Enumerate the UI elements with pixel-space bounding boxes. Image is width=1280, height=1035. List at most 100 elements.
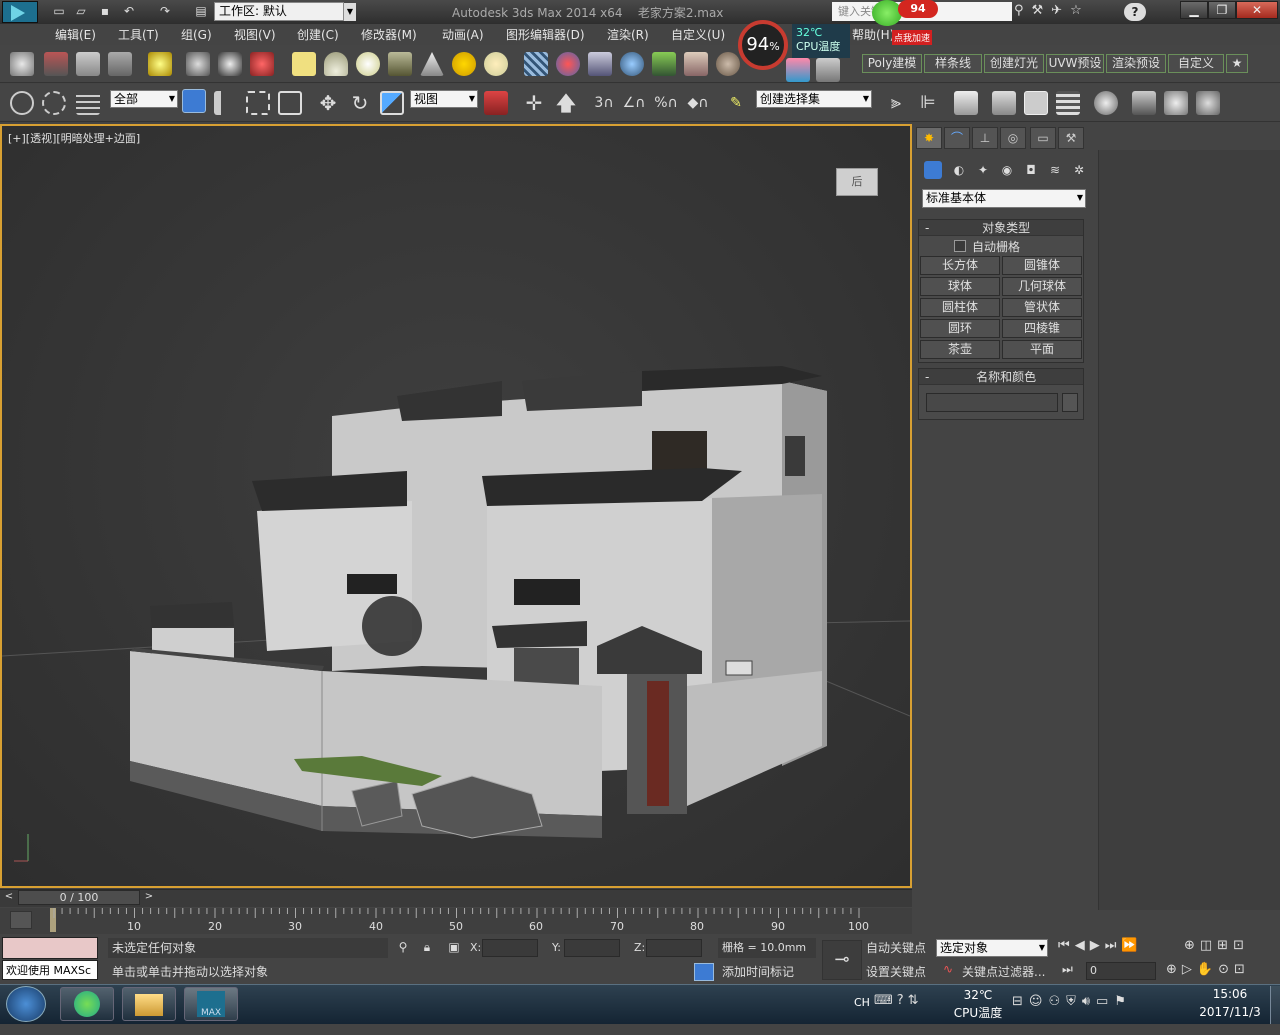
dome-icon[interactable] bbox=[324, 52, 348, 76]
named-selection-dropdown[interactable]: 创建选择集 bbox=[756, 90, 872, 108]
set-key-button[interactable]: 设置关键点 bbox=[866, 962, 926, 982]
auto-key-button[interactable]: 自动关键点 bbox=[866, 938, 926, 958]
grid-object-icon[interactable] bbox=[524, 52, 548, 76]
tab-favorite-star[interactable]: ★ bbox=[1226, 54, 1248, 73]
display-tab-icon[interactable]: ▭ bbox=[1030, 127, 1056, 149]
hair-icon[interactable] bbox=[684, 52, 708, 76]
x-coordinate-field[interactable] bbox=[482, 939, 538, 957]
layer-icon[interactable] bbox=[76, 52, 100, 76]
link-icon[interactable] bbox=[10, 91, 34, 115]
create-tab-icon[interactable]: ✸ bbox=[916, 127, 942, 149]
open-file-icon[interactable]: ▱ bbox=[72, 3, 90, 19]
save-file-icon[interactable]: ▪ bbox=[96, 3, 114, 19]
current-frame-field[interactable]: 0 bbox=[1086, 962, 1156, 980]
key-filter-icon[interactable]: ∿ bbox=[938, 962, 958, 980]
menu-create[interactable]: 创建(C) bbox=[297, 26, 339, 43]
camera-icon[interactable] bbox=[186, 52, 210, 76]
layer-manager-icon[interactable] bbox=[954, 91, 978, 115]
zoom-controls-icons[interactable]: ⊕◫⊞⊡ bbox=[1184, 938, 1278, 958]
menu-group[interactable]: 组(G) bbox=[181, 26, 212, 43]
gear-icon[interactable] bbox=[620, 52, 644, 76]
tab-poly-modeling[interactable]: Poly建模 bbox=[862, 54, 922, 73]
tube-button[interactable]: 管状体 bbox=[1002, 298, 1082, 317]
select-object-icon[interactable] bbox=[182, 89, 206, 113]
move-icon[interactable]: ✥ bbox=[316, 91, 340, 115]
manipulate-icon[interactable]: ✛ bbox=[522, 91, 546, 115]
perspective-viewport[interactable]: [+][透视][明暗处理+边面] 后 bbox=[0, 124, 912, 888]
workspace-dropdown-arrow[interactable]: ▼ bbox=[344, 3, 356, 21]
minimize-button[interactable]: ▁ bbox=[1180, 1, 1208, 19]
reference-coord-dropdown[interactable]: 视图 bbox=[410, 90, 478, 108]
shapes-icon[interactable]: ◐ bbox=[950, 161, 968, 179]
utilities-tab-icon[interactable]: ⚒ bbox=[1058, 127, 1084, 149]
clock-date[interactable]: 2017/11/3 bbox=[1192, 1005, 1268, 1019]
snaps-toggle-icon[interactable]: 3∩ bbox=[592, 91, 616, 115]
curve-editor-icon[interactable] bbox=[1024, 91, 1048, 115]
scale-icon[interactable] bbox=[380, 91, 404, 115]
motion-tab-icon[interactable]: ◎ bbox=[1000, 127, 1026, 149]
compound-icon[interactable] bbox=[588, 52, 612, 76]
house-model[interactable] bbox=[2, 126, 910, 886]
help-icon[interactable]: ? bbox=[1124, 3, 1146, 21]
object-name-input[interactable] bbox=[926, 393, 1058, 412]
spinner-snap-icon[interactable]: ◆∩ bbox=[686, 91, 710, 115]
viewcube[interactable]: 后 bbox=[836, 168, 878, 196]
taskbar-explorer-app[interactable] bbox=[122, 987, 176, 1021]
object-color-swatch[interactable] bbox=[1062, 393, 1078, 412]
torus-button[interactable]: 圆环 bbox=[920, 319, 1000, 338]
box-shape-icon[interactable] bbox=[292, 52, 316, 76]
ox-icon[interactable] bbox=[716, 52, 740, 76]
bind-space-warp-icon[interactable] bbox=[76, 91, 100, 115]
time-slider-next-icon[interactable]: > bbox=[142, 891, 156, 905]
add-time-tag[interactable]: 添加时间标记 bbox=[722, 962, 794, 982]
accelerator-ball-icon[interactable] bbox=[872, 0, 902, 26]
time-tag-icon[interactable] bbox=[694, 963, 714, 981]
time-slider-prev-icon[interactable]: < bbox=[2, 891, 16, 905]
menu-customize[interactable]: 自定义(U) bbox=[671, 26, 725, 43]
menu-edit[interactable]: 编辑(E) bbox=[55, 26, 96, 43]
more-tools-icon[interactable] bbox=[816, 58, 840, 82]
key-mode-toggle-icon[interactable]: ⏭ bbox=[1062, 962, 1073, 977]
window-crossing-icon[interactable] bbox=[278, 91, 302, 115]
schematic-view-icon[interactable] bbox=[1056, 91, 1080, 115]
foliage-icon[interactable] bbox=[652, 52, 676, 76]
ribbon-toggle-icon[interactable] bbox=[992, 91, 1016, 115]
y-coordinate-field[interactable] bbox=[564, 939, 620, 957]
tab-create-lights[interactable]: 创建灯光 bbox=[984, 54, 1044, 73]
z-coordinate-field[interactable] bbox=[646, 939, 702, 957]
maxscript-listener-pink[interactable] bbox=[2, 937, 98, 959]
menu-views[interactable]: 视图(V) bbox=[234, 26, 276, 43]
autogrid-checkbox[interactable] bbox=[954, 240, 966, 252]
plane-button[interactable]: 平面 bbox=[1002, 340, 1082, 359]
align-icon[interactable]: ⊫ bbox=[916, 91, 940, 115]
menu-rendering[interactable]: 渲染(R) bbox=[607, 26, 649, 43]
isolate-icon[interactable]: ⚲ bbox=[396, 940, 410, 956]
teapot-button[interactable]: 茶壶 bbox=[920, 340, 1000, 359]
show-desktop-button[interactable] bbox=[1270, 986, 1280, 1024]
set-key-icon[interactable]: ⊸ bbox=[822, 940, 862, 980]
light-bulb-icon[interactable] bbox=[148, 52, 172, 76]
unlink-icon[interactable] bbox=[42, 91, 66, 115]
geosphere-button[interactable]: 几何球体 bbox=[1002, 277, 1082, 296]
object-category-dropdown[interactable]: 标准基本体 bbox=[922, 189, 1086, 208]
select-by-name-icon[interactable] bbox=[214, 91, 238, 115]
maxscript-mini-listener[interactable]: 欢迎使用 MAXSc bbox=[2, 960, 98, 980]
tray-icons-right[interactable]: ⊟☺⚇⛨🔊︎▭⚑ bbox=[1012, 994, 1188, 1012]
object-type-title[interactable]: - 对象类型 bbox=[919, 220, 1083, 236]
workspace-dropdown[interactable]: 工作区: 默认 bbox=[214, 2, 344, 21]
sun-icon[interactable] bbox=[452, 52, 476, 76]
viewport-nav-icons[interactable]: ⊕▷✋⊙⊡ bbox=[1166, 962, 1278, 982]
pivot-center-icon[interactable] bbox=[484, 91, 508, 115]
helpers-icon[interactable]: ◘ bbox=[1022, 161, 1040, 179]
render-frame-icon[interactable] bbox=[44, 52, 68, 76]
tray-icons-left[interactable]: ⌨?⇅ bbox=[874, 993, 954, 1011]
restore-button[interactable]: ❐ bbox=[1208, 1, 1236, 19]
key-mode-dropdown[interactable]: 选定对象 bbox=[936, 939, 1048, 957]
selection-filter-dropdown[interactable]: 全部 bbox=[110, 90, 178, 108]
new-file-icon[interactable]: ▭ bbox=[50, 3, 68, 19]
mini-curve-editor-icon[interactable] bbox=[10, 911, 32, 929]
accelerate-button[interactable]: 点我加速 bbox=[892, 30, 933, 45]
mirror-icon[interactable]: ⫸ bbox=[884, 91, 908, 115]
sphere-icon[interactable] bbox=[356, 52, 380, 76]
rect-selection-region-icon[interactable] bbox=[246, 91, 270, 115]
